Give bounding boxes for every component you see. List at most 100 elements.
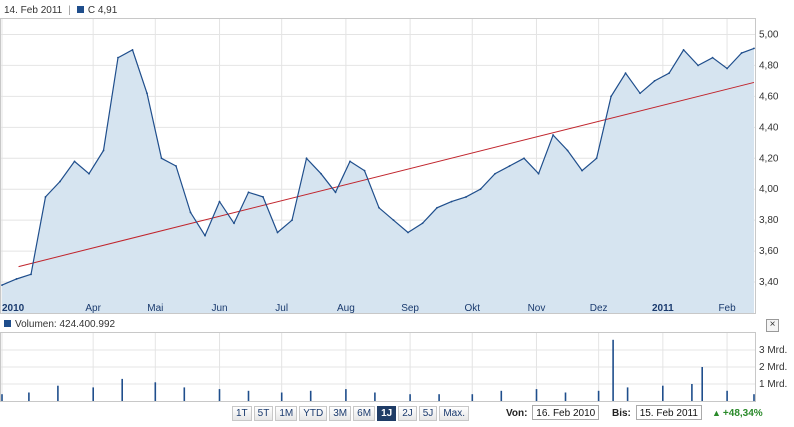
price-point bbox=[102, 149, 105, 152]
price-x-tick-label: 2011 bbox=[652, 303, 674, 314]
up-arrow-icon: ▲ bbox=[712, 408, 721, 418]
price-point bbox=[566, 149, 569, 152]
price-y-tick-label: 4,20 bbox=[759, 153, 779, 164]
from-label: Von: bbox=[506, 408, 528, 419]
price-y-tick-label: 4,40 bbox=[759, 122, 779, 133]
price-point bbox=[494, 172, 496, 175]
price-point bbox=[581, 169, 583, 172]
price-point bbox=[653, 79, 656, 82]
range-button-ytd[interactable]: YTD bbox=[299, 406, 328, 421]
to-date-input[interactable]: 15. Feb 2011 bbox=[635, 405, 702, 420]
to-label: Bis: bbox=[612, 408, 631, 419]
price-x-tick-label: Jul bbox=[275, 303, 288, 314]
volume-y-axis: 1 Mrd. 2 Mrd. 3 Mrd. bbox=[759, 345, 787, 390]
price-point bbox=[334, 191, 337, 194]
price-x-tick-label: Jun bbox=[211, 303, 227, 314]
price-chart: © 2011 Yahoo! Inc. 3,403,603,804,004,204… bbox=[0, 18, 779, 314]
range-button-1m[interactable]: 1M bbox=[275, 406, 298, 421]
volume-bar bbox=[626, 387, 629, 401]
volume-bar bbox=[57, 385, 59, 401]
volume-color-swatch bbox=[4, 320, 11, 327]
range-button-1j[interactable]: 1J bbox=[377, 406, 397, 421]
price-point bbox=[753, 47, 755, 50]
range-button-max[interactable]: Max. bbox=[439, 406, 469, 421]
range-button-5t[interactable]: 5T bbox=[253, 406, 274, 421]
volume-bar bbox=[691, 384, 693, 401]
range-button-bar: 1T 5T 1M YTD 3M 6M 1J 2J 5J Max. bbox=[232, 406, 469, 421]
from-date-input[interactable]: 16. Feb 2010 bbox=[532, 405, 600, 420]
price-point bbox=[59, 180, 61, 183]
volume-bar bbox=[154, 382, 157, 401]
range-button-3m[interactable]: 3M bbox=[329, 406, 352, 421]
price-point bbox=[624, 72, 627, 75]
volume-bar bbox=[701, 367, 703, 401]
volume-bar bbox=[218, 389, 221, 401]
volume-bar bbox=[280, 392, 283, 401]
volume-bar bbox=[535, 389, 538, 401]
range-button-6m[interactable]: 6M bbox=[353, 406, 376, 421]
price-x-tick-label: Aug bbox=[337, 303, 355, 314]
volume-bar bbox=[500, 390, 503, 401]
volume-bar bbox=[612, 339, 614, 401]
price-point bbox=[726, 67, 728, 70]
price-point bbox=[711, 56, 714, 59]
price-point bbox=[436, 206, 438, 209]
price-point bbox=[204, 234, 206, 237]
price-point bbox=[421, 222, 424, 225]
range-button-5j[interactable]: 5J bbox=[418, 406, 438, 421]
price-point bbox=[117, 56, 119, 59]
range-button-2j[interactable]: 2J bbox=[398, 406, 417, 421]
price-point bbox=[218, 200, 221, 203]
price-point bbox=[15, 278, 18, 280]
price-point bbox=[682, 49, 685, 51]
volume-bar bbox=[121, 378, 123, 401]
volume-bar bbox=[92, 387, 94, 401]
volume-bar bbox=[726, 390, 728, 401]
price-point bbox=[276, 231, 279, 234]
volume-bar bbox=[471, 394, 474, 401]
volume-y-tick-label: 3 Mrd. bbox=[759, 345, 787, 356]
price-point bbox=[349, 160, 351, 163]
price-y-tick-label: 3,80 bbox=[759, 215, 779, 226]
volume-title: Volumen: 424.400.992 bbox=[15, 319, 116, 330]
price-point bbox=[610, 95, 612, 98]
price-point bbox=[160, 157, 163, 160]
price-point bbox=[131, 49, 134, 51]
price-point bbox=[450, 200, 453, 203]
price-point bbox=[392, 219, 395, 222]
volume-chart: 1 Mrd. 2 Mrd. 3 Mrd. bbox=[0, 332, 787, 402]
volume-bar bbox=[438, 394, 440, 401]
volume-bar bbox=[409, 394, 411, 401]
period-change: ▲ +48,34% bbox=[712, 405, 763, 422]
price-point bbox=[740, 52, 743, 54]
price-point bbox=[233, 222, 235, 225]
volume-y-tick-label: 1 Mrd. bbox=[759, 379, 787, 390]
price-point bbox=[407, 231, 409, 234]
volume-bar bbox=[597, 390, 600, 401]
price-y-tick-label: 3,40 bbox=[759, 277, 779, 288]
price-point bbox=[552, 134, 554, 136]
price-x-tick-label: Apr bbox=[85, 303, 101, 314]
price-x-tick-label: 2010 bbox=[2, 303, 25, 314]
to-date-group: Bis: 15. Feb 2011 bbox=[612, 405, 702, 422]
from-date-group: Von: 16. Feb 2010 bbox=[506, 405, 600, 422]
price-point bbox=[262, 196, 264, 198]
price-point bbox=[189, 211, 192, 214]
volume-bar bbox=[753, 394, 755, 401]
price-point bbox=[508, 165, 511, 167]
volume-bar bbox=[247, 390, 250, 401]
volume-bar bbox=[345, 389, 347, 401]
price-point bbox=[697, 64, 699, 67]
price-point bbox=[537, 172, 540, 175]
price-point bbox=[247, 191, 250, 194]
price-x-tick-label: Mai bbox=[147, 303, 163, 314]
price-x-tick-label: Sep bbox=[401, 303, 419, 314]
range-button-1t[interactable]: 1T bbox=[232, 406, 252, 421]
price-point bbox=[175, 165, 177, 167]
price-y-axis: 3,40 3,60 3,80 4,00 4,20 4,40 4,60 4,80 5,00 bbox=[759, 29, 779, 288]
price-point bbox=[1, 284, 3, 287]
price-x-tick-label: Okt bbox=[464, 303, 480, 314]
volume-bar bbox=[309, 390, 312, 401]
volume-close-button[interactable]: × bbox=[766, 319, 779, 332]
price-point bbox=[479, 188, 482, 191]
